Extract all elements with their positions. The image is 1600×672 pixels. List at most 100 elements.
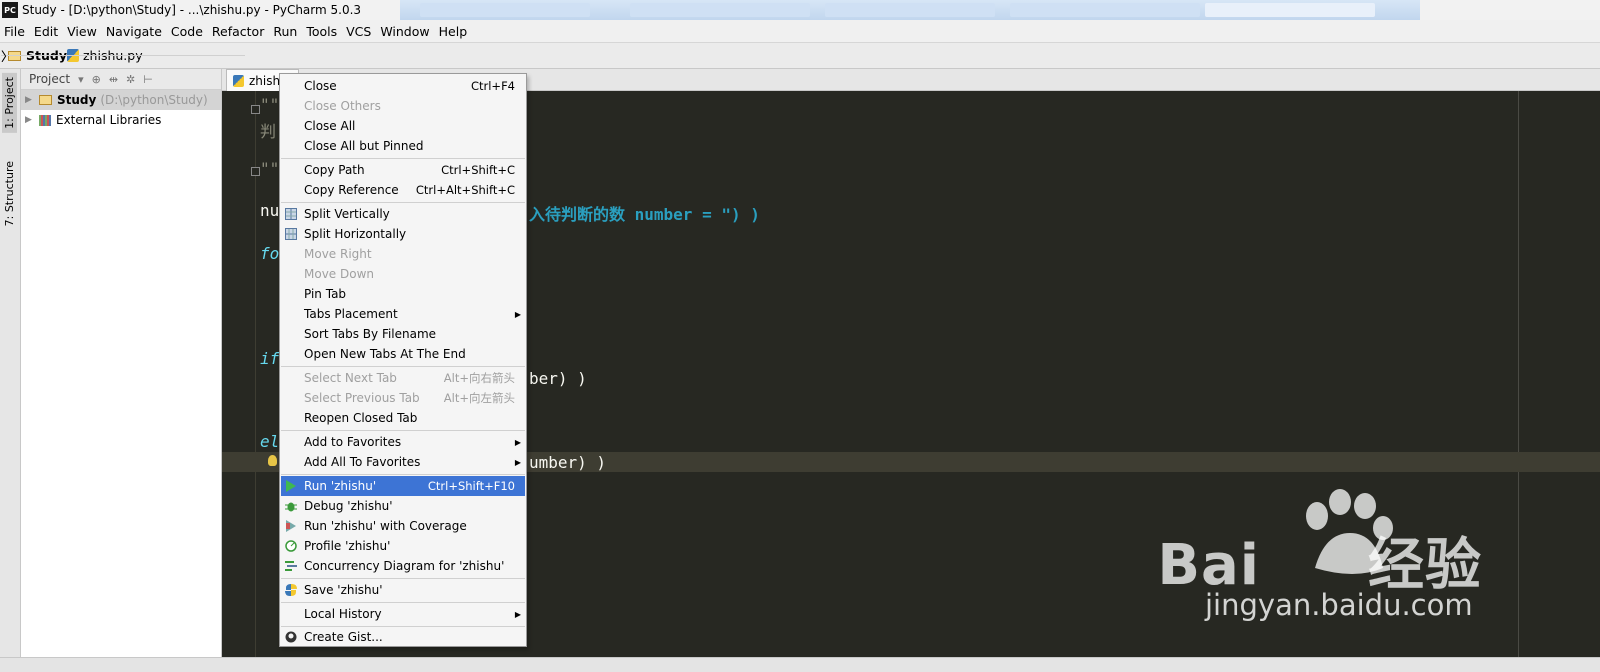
hide-icon[interactable]: ⊢ xyxy=(143,73,153,86)
coverage-icon xyxy=(286,520,296,532)
chevron-down-icon[interactable]: ▾ xyxy=(78,73,84,86)
background-tab[interactable] xyxy=(630,3,810,17)
menu-tools[interactable]: Tools xyxy=(306,24,337,39)
tool-window-strip: 1: Project 7: Structure xyxy=(0,69,21,657)
background-tab[interactable] xyxy=(1010,3,1200,17)
project-panel-header: Project ▾ ⊕ ⇹ ✲ ⊢ xyxy=(21,69,221,90)
menu-item-select-next-tab[interactable]: Select Next Tab Alt+向右箭头 xyxy=(281,368,525,388)
breadcrumb-separator: 〉 xyxy=(1,49,245,64)
menu-separator xyxy=(281,474,525,475)
pycharm-app-icon: PC xyxy=(2,2,18,18)
background-tab[interactable] xyxy=(825,3,995,17)
menu-item-select-previous-tab[interactable]: Select Previous Tab Alt+向左箭头 xyxy=(281,388,525,408)
menu-item-label: Add All To Favorites xyxy=(304,455,421,469)
menu-item-add-to-favorites[interactable]: Add to Favorites ▶ xyxy=(281,432,525,452)
menu-item-split-horizontally[interactable]: Split Horizontally xyxy=(281,224,525,244)
menu-item-label: Close All xyxy=(304,119,356,133)
menu-navigate[interactable]: Navigate xyxy=(106,24,162,39)
project-view-selector[interactable]: Project xyxy=(29,72,70,86)
menu-item-close-all[interactable]: Close All xyxy=(281,116,525,136)
menu-run[interactable]: Run xyxy=(273,24,297,39)
menu-item-move-down[interactable]: Move Down xyxy=(281,264,525,284)
menu-item-close-others[interactable]: Close Others xyxy=(281,96,525,116)
tree-item-external-libraries[interactable]: ▶ External Libraries xyxy=(21,110,221,130)
menu-code[interactable]: Code xyxy=(171,24,203,39)
menu-item-add-all-to-favorites[interactable]: Add All To Favorites ▶ xyxy=(281,452,525,472)
menu-item-local-history[interactable]: Local History ▶ xyxy=(281,604,525,624)
tree-item-study[interactable]: ▶ Study (D:\python\Study) xyxy=(21,90,221,110)
profile-icon xyxy=(285,540,297,552)
menu-item-shortcut: Ctrl+Alt+Shift+C xyxy=(415,183,515,197)
menu-item-label: Select Previous Tab xyxy=(304,391,420,405)
locate-icon[interactable]: ⊕ xyxy=(92,73,101,86)
menu-item-move-right[interactable]: Move Right xyxy=(281,244,525,264)
fold-marker-icon[interactable] xyxy=(251,167,260,176)
menu-item-split-vertically[interactable]: Split Vertically xyxy=(281,204,525,224)
menu-vcs[interactable]: VCS xyxy=(346,24,371,39)
menu-item-shortcut: Alt+向左箭头 xyxy=(443,391,515,405)
menu-item-create-gist[interactable]: Create Gist... xyxy=(281,627,525,647)
code-line-8: el xyxy=(260,432,280,451)
menu-help[interactable]: Help xyxy=(439,24,468,39)
menu-item-shortcut: Ctrl+Shift+C xyxy=(441,163,515,177)
breadcrumb: Study 〉 zhishu.py 〉 xyxy=(0,42,1600,69)
menu-item-debug[interactable]: Debug 'zhishu' xyxy=(281,496,525,516)
menu-item-tabs-placement[interactable]: Tabs Placement ▶ xyxy=(281,304,525,324)
background-tab[interactable] xyxy=(420,3,590,17)
menu-item-run[interactable]: Run 'zhishu' Ctrl+Shift+F10 xyxy=(281,476,525,496)
menu-file[interactable]: File xyxy=(4,24,25,39)
menu-item-run-with-coverage[interactable]: Run 'zhishu' with Coverage xyxy=(281,516,525,536)
run-play-icon xyxy=(286,480,296,492)
code-line-4-start: nu xyxy=(260,201,280,220)
tool-tab-structure[interactable]: 7: Structure xyxy=(2,157,17,230)
tree-item-label: External Libraries xyxy=(56,113,162,127)
menu-item-label: Concurrency Diagram for 'zhishu' xyxy=(304,559,505,573)
menu-item-sort-tabs[interactable]: Sort Tabs By Filename xyxy=(281,324,525,344)
expand-arrow-icon[interactable]: ▶ xyxy=(25,95,39,105)
menu-separator xyxy=(281,430,525,431)
debug-bug-icon xyxy=(285,502,297,512)
menu-item-label: Split Horizontally xyxy=(304,227,407,241)
background-tab-active[interactable] xyxy=(1205,3,1375,17)
gear-icon[interactable]: ✲ xyxy=(126,73,135,86)
menu-item-pin-tab[interactable]: Pin Tab xyxy=(281,284,525,304)
menu-item-label: Split Vertically xyxy=(304,207,390,221)
menu-item-profile[interactable]: Profile 'zhishu' xyxy=(281,536,525,556)
menu-item-copy-reference[interactable]: Copy Reference Ctrl+Alt+Shift+C xyxy=(281,180,525,200)
menu-item-close-all-but-pinned[interactable]: Close All but Pinned xyxy=(281,136,525,156)
code-line-3: "" xyxy=(260,159,280,178)
concurrency-icon xyxy=(285,561,297,571)
menu-item-concurrency-diagram[interactable]: Concurrency Diagram for 'zhishu' xyxy=(281,556,525,576)
tree-item-path: (D:\python\Study) xyxy=(100,93,208,107)
menu-refactor[interactable]: Refactor xyxy=(212,24,264,39)
tool-tab-project[interactable]: 1: Project xyxy=(2,73,17,133)
lightbulb-icon[interactable] xyxy=(268,455,277,466)
code-line-5: fo xyxy=(260,244,280,263)
menu-item-label: Pin Tab xyxy=(304,287,347,301)
menu-item-shortcut: Alt+向右箭头 xyxy=(443,371,515,385)
menu-window[interactable]: Window xyxy=(380,24,429,39)
menu-edit[interactable]: Edit xyxy=(34,24,58,39)
project-panel: Project ▾ ⊕ ⇹ ✲ ⊢ ▶ Study (D:\python\Stu… xyxy=(21,69,222,657)
expand-arrow-icon[interactable]: ▶ xyxy=(25,115,39,125)
menu-item-shortcut: Ctrl+F4 xyxy=(470,79,515,93)
menu-item-save[interactable]: Save 'zhishu' xyxy=(281,580,525,600)
split-horizontally-icon xyxy=(285,228,297,240)
menu-view[interactable]: View xyxy=(67,24,97,39)
code-line-6: if xyxy=(260,349,280,368)
fold-marker-icon[interactable] xyxy=(251,105,260,114)
menu-item-label: Select Next Tab xyxy=(304,371,397,385)
menu-item-copy-path[interactable]: Copy Path Ctrl+Shift+C xyxy=(281,160,525,180)
menu-item-reopen-closed-tab[interactable]: Reopen Closed Tab xyxy=(281,408,525,428)
menu-item-label: Open New Tabs At The End xyxy=(304,347,466,361)
menu-item-open-new-tabs-at-end[interactable]: Open New Tabs At The End xyxy=(281,344,525,364)
menu-item-shortcut: Ctrl+Shift+F10 xyxy=(427,479,515,493)
menu-item-close[interactable]: Close Ctrl+F4 xyxy=(281,76,525,96)
menu-item-label: Profile 'zhishu' xyxy=(304,539,391,553)
submenu-arrow-icon: ▶ xyxy=(514,457,521,467)
menu-item-label: Close xyxy=(304,79,337,93)
collapse-icon[interactable]: ⇹ xyxy=(109,73,118,86)
menu-item-label: Tabs Placement xyxy=(304,307,398,321)
code-line-2: 判 xyxy=(260,122,277,141)
status-bar xyxy=(0,657,1600,672)
